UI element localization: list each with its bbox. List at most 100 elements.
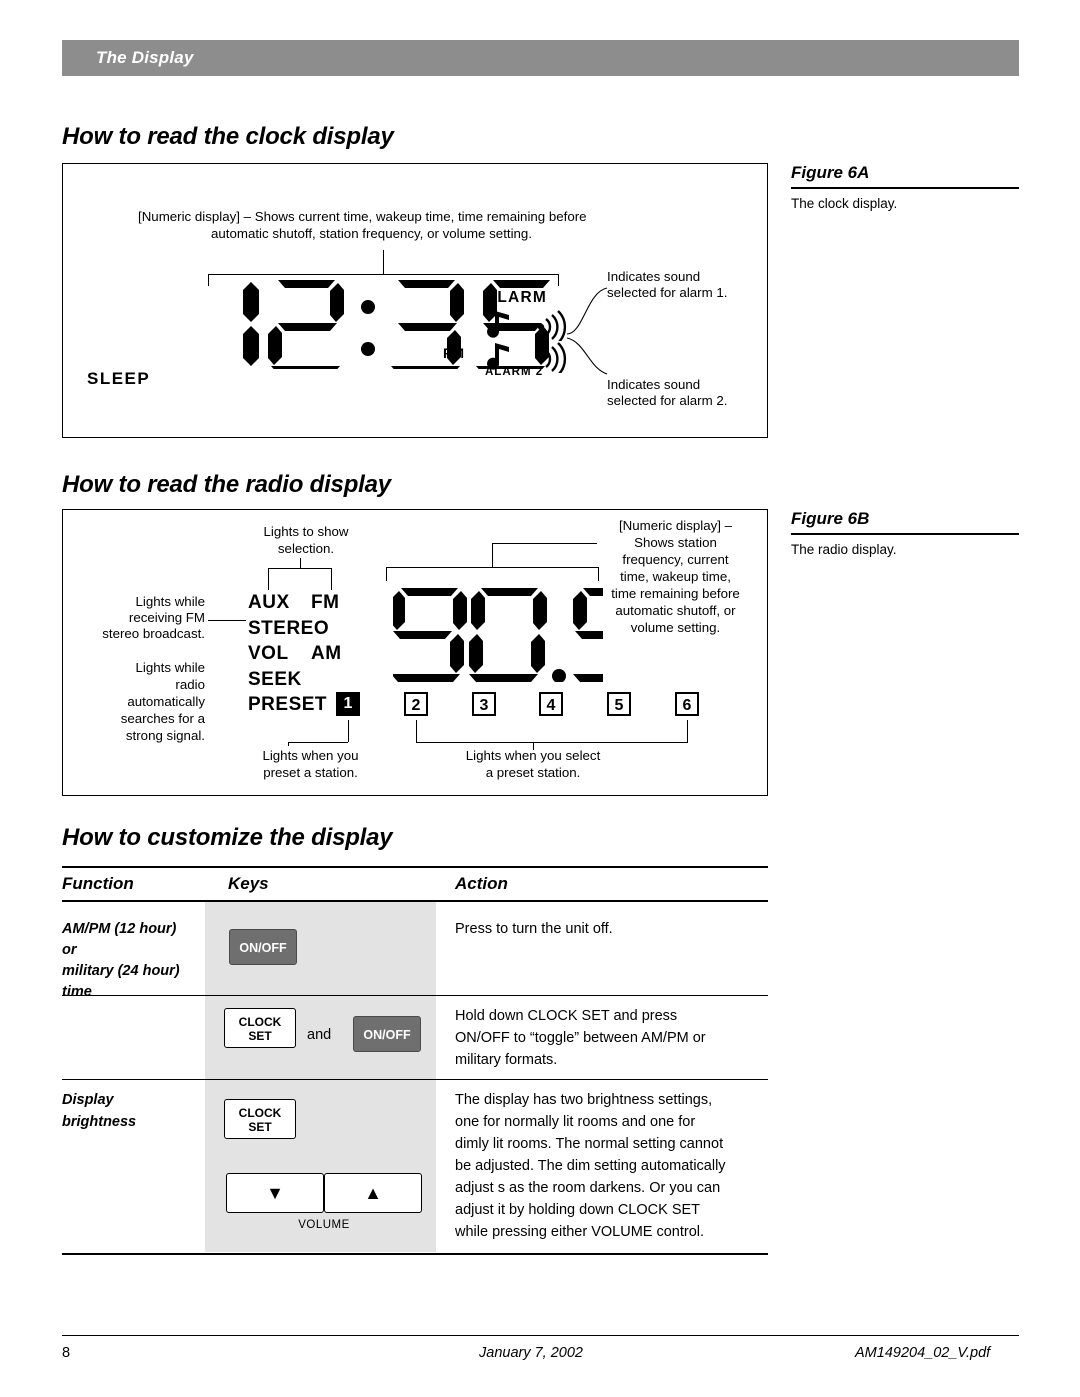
customize-display-heading: How to customize the display — [62, 824, 393, 851]
table-rule-bottom — [62, 1253, 768, 1255]
seek-note-line5: strong signal. — [125, 728, 205, 743]
table-header-keys: Keys — [228, 874, 269, 893]
table-rule-row2 — [62, 1079, 768, 1080]
preset-indicator-label: PRESET — [248, 694, 328, 715]
figure-6b-rule — [791, 533, 1019, 535]
frequency-leader-stem — [492, 543, 493, 568]
table-header-action: Action — [455, 874, 508, 893]
clock-set-button-row2-line2: SET — [248, 1029, 272, 1043]
clock-set-button-row2-line1: CLOCK — [238, 1015, 282, 1029]
preset-number-6: 6 — [675, 692, 699, 716]
seek-indicator-label: SEEK — [248, 669, 302, 690]
row3-action-line4: be adjusted. The dim setting automatical… — [455, 1158, 726, 1174]
row1-action-line1: Press to turn the unit off. — [455, 921, 613, 937]
sleep-indicator-label: SLEEP — [87, 369, 151, 388]
table-header-function: Function — [62, 874, 134, 893]
alarm2-note-line1: Indicates sound — [607, 377, 701, 392]
volume-caption: VOLUME — [298, 1219, 350, 1231]
row3-action-line5: adjust s as the room darkens. Or you can — [455, 1180, 721, 1196]
row3-action-line3: dimly lit rooms. The normal setting cann… — [455, 1136, 724, 1152]
row1-function-line4: time — [62, 984, 92, 1000]
row2-action-line1: Hold down CLOCK SET and press — [455, 1008, 678, 1024]
row1-function-line1: AM/PM (12 hour) — [62, 921, 177, 937]
figure-6a-rule — [791, 187, 1019, 189]
volume-up-button[interactable]: ▲ — [324, 1173, 422, 1213]
table-rule-top — [62, 866, 768, 868]
preset-select-note-line2: a preset station. — [485, 765, 581, 780]
radio-numeric-note-line1: [Numeric display] – — [618, 518, 733, 533]
fm-indicator-label: FM — [311, 592, 340, 613]
figure-6a-title: Figure 6A — [791, 163, 870, 182]
pm-indicator-label: PM — [443, 345, 464, 361]
header-title: The Display — [96, 48, 194, 67]
radio-selection-note-line1: Lights to show — [263, 524, 349, 539]
preset-select-note-line1: Lights when you select — [465, 748, 601, 763]
clock-set-button-row3[interactable]: CLOCK SET — [224, 1099, 296, 1139]
page-header-band: The Display — [62, 40, 1019, 76]
preset1-leader-bar — [288, 742, 348, 743]
preset-number-5: 5 — [607, 692, 631, 716]
on-off-button-row2[interactable]: ON/OFF — [353, 1016, 421, 1052]
row3-action-line1: The display has two brightness settings, — [455, 1092, 713, 1108]
table-rule-header — [62, 900, 768, 902]
preset-group-tick-left — [416, 720, 417, 742]
radio-numeric-note-line7: volume setting. — [630, 620, 721, 635]
radio-display-heading: How to read the radio display — [62, 471, 391, 498]
radio-numeric-note-line2: Shows station — [634, 535, 717, 550]
clock-leader-vertical — [383, 250, 384, 274]
frequency-leader-top — [492, 543, 597, 544]
preset1-leader-tick — [348, 720, 349, 742]
alarm1-note-line1: Indicates sound — [607, 269, 701, 284]
preset-note-line1: Lights when you — [262, 748, 359, 763]
figure-6b-caption: The radio display. — [791, 542, 897, 557]
radio-numeric-note-line6: automatic shutoff, or — [615, 603, 736, 618]
on-off-button-row1[interactable]: ON/OFF — [229, 929, 297, 965]
row1-function-line2: or — [62, 942, 77, 958]
row3-function-line2: brightness — [62, 1114, 137, 1130]
fm-stereo-note-line3: stereo broadcast. — [102, 626, 205, 641]
alarm-indicator-label: ALARM — [485, 289, 547, 306]
aux-leader-tick — [268, 568, 269, 590]
fm-stereo-note-line1: Lights while — [135, 594, 205, 609]
stereo-indicator-label: STEREO — [248, 618, 330, 639]
clock-set-button-row2[interactable]: CLOCK SET — [224, 1008, 296, 1048]
clock-set-button-row3-line2: SET — [248, 1120, 272, 1134]
footer-filename: AM149204_02_V.pdf — [855, 1345, 991, 1361]
radio-numeric-note-line5: time remaining before — [611, 586, 740, 601]
row3-action-line2: one for normally lit rooms and one for — [455, 1114, 696, 1130]
footer-rule — [62, 1335, 1019, 1336]
preset-number-1: 1 — [336, 692, 360, 716]
row3-action-line7: while pressing either VOLUME control. — [455, 1224, 705, 1240]
clock-display-heading: How to read the clock display — [62, 123, 394, 150]
figure-6a-caption: The clock display. — [791, 196, 898, 211]
radio-numeric-note-line3: frequency, current — [622, 552, 729, 567]
aux-indicator-label: AUX — [248, 592, 290, 613]
alarm2-note-line2: selected for alarm 2. — [607, 393, 728, 408]
keys-conjunction-and: and — [307, 1027, 332, 1043]
preset-group-tick-right — [687, 720, 688, 742]
fm-stereo-note-line2: receiving FM — [128, 610, 205, 625]
radio-figure-box: Lights to show selection. AUX FM STEREO … — [62, 509, 768, 796]
preset-note-line2: preset a station. — [263, 765, 358, 780]
seek-note-line1: Lights while — [135, 660, 205, 675]
clock-figure-box: [Numeric display] – Shows current time, … — [62, 163, 768, 438]
am-indicator-label: AM — [311, 643, 342, 664]
radio-numeric-note-line4: time, wakeup time, — [620, 569, 731, 584]
row2-action-line3: military formats. — [455, 1052, 558, 1068]
preset-number-2: 2 — [404, 692, 428, 716]
row1-function-line3: military (24 hour) — [62, 963, 180, 979]
preset1-leader-end — [288, 742, 289, 746]
vol-indicator-label: VOL — [248, 643, 289, 664]
row3-action-line6: adjust it by holding down CLOCK SET — [455, 1202, 701, 1218]
fm-leader-tick — [331, 568, 332, 590]
clock-numeric-note-line2: automatic shutoff, station frequency, or… — [211, 226, 533, 241]
radio-numeric-display — [391, 582, 649, 687]
aux-fm-leader-stem — [300, 558, 301, 569]
seek-note-line2: radio — [175, 677, 205, 692]
volume-down-button[interactable]: ▼ — [226, 1173, 324, 1213]
preset-group-bar — [416, 742, 688, 743]
preset-number-4: 4 — [539, 692, 563, 716]
figure-6b-title: Figure 6B — [791, 509, 870, 528]
row2-action-line2: ON/OFF to “toggle” between AM/PM or — [455, 1030, 706, 1046]
row3-function-line1: Display — [62, 1092, 114, 1108]
